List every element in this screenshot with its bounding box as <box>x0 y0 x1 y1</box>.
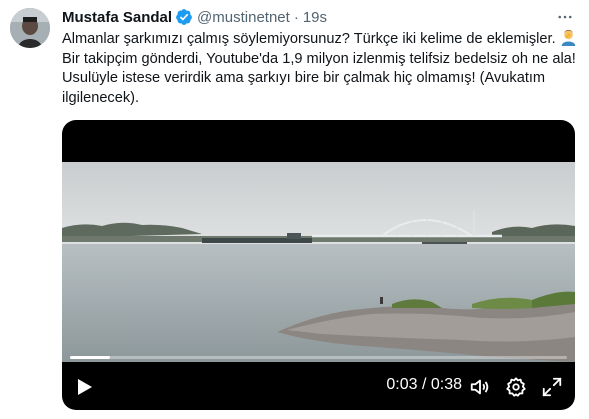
play-icon[interactable] <box>74 377 94 397</box>
fullscreen-icon[interactable] <box>541 376 563 398</box>
man-facepalming-emoji-icon <box>560 29 577 46</box>
tweet-timestamp[interactable]: 19s <box>303 9 327 26</box>
video-current-time: 0:03 <box>386 376 418 393</box>
tweet-text: Almanlar şarkımızı çalmış söylemiyorsunu… <box>62 29 580 108</box>
tweet-header: Mustafa Sandal @mustinetnet · 19s <box>62 7 577 27</box>
avatar[interactable] <box>10 8 50 48</box>
video-progress-bar[interactable] <box>70 356 567 359</box>
verified-badge-icon[interactable] <box>175 8 193 26</box>
video-progress-fill <box>70 356 110 359</box>
video-duration: 0:38 <box>430 376 462 393</box>
author-handle[interactable]: @mustinetnet <box>197 9 290 26</box>
volume-icon[interactable] <box>469 376 491 398</box>
tweet-text-part1: Almanlar şarkımızı çalmış söylemiyorsunu… <box>62 31 560 47</box>
video-player[interactable]: 0:03 / 0:38 <box>62 120 575 410</box>
more-icon[interactable] <box>555 7 575 27</box>
author-name[interactable]: Mustafa Sandal <box>62 9 172 26</box>
video-time-readout: 0:03 / 0:38 <box>386 376 462 394</box>
video-time-separator: / <box>417 376 431 393</box>
video-frame[interactable] <box>62 162 575 362</box>
settings-gear-icon[interactable] <box>505 376 527 398</box>
video-controls: 0:03 / 0:38 <box>62 364 575 410</box>
separator-dot: · <box>293 8 299 26</box>
tweet-text-part2: Bir takipçim gönderdi, Youtube'da 1,9 mi… <box>62 50 576 106</box>
